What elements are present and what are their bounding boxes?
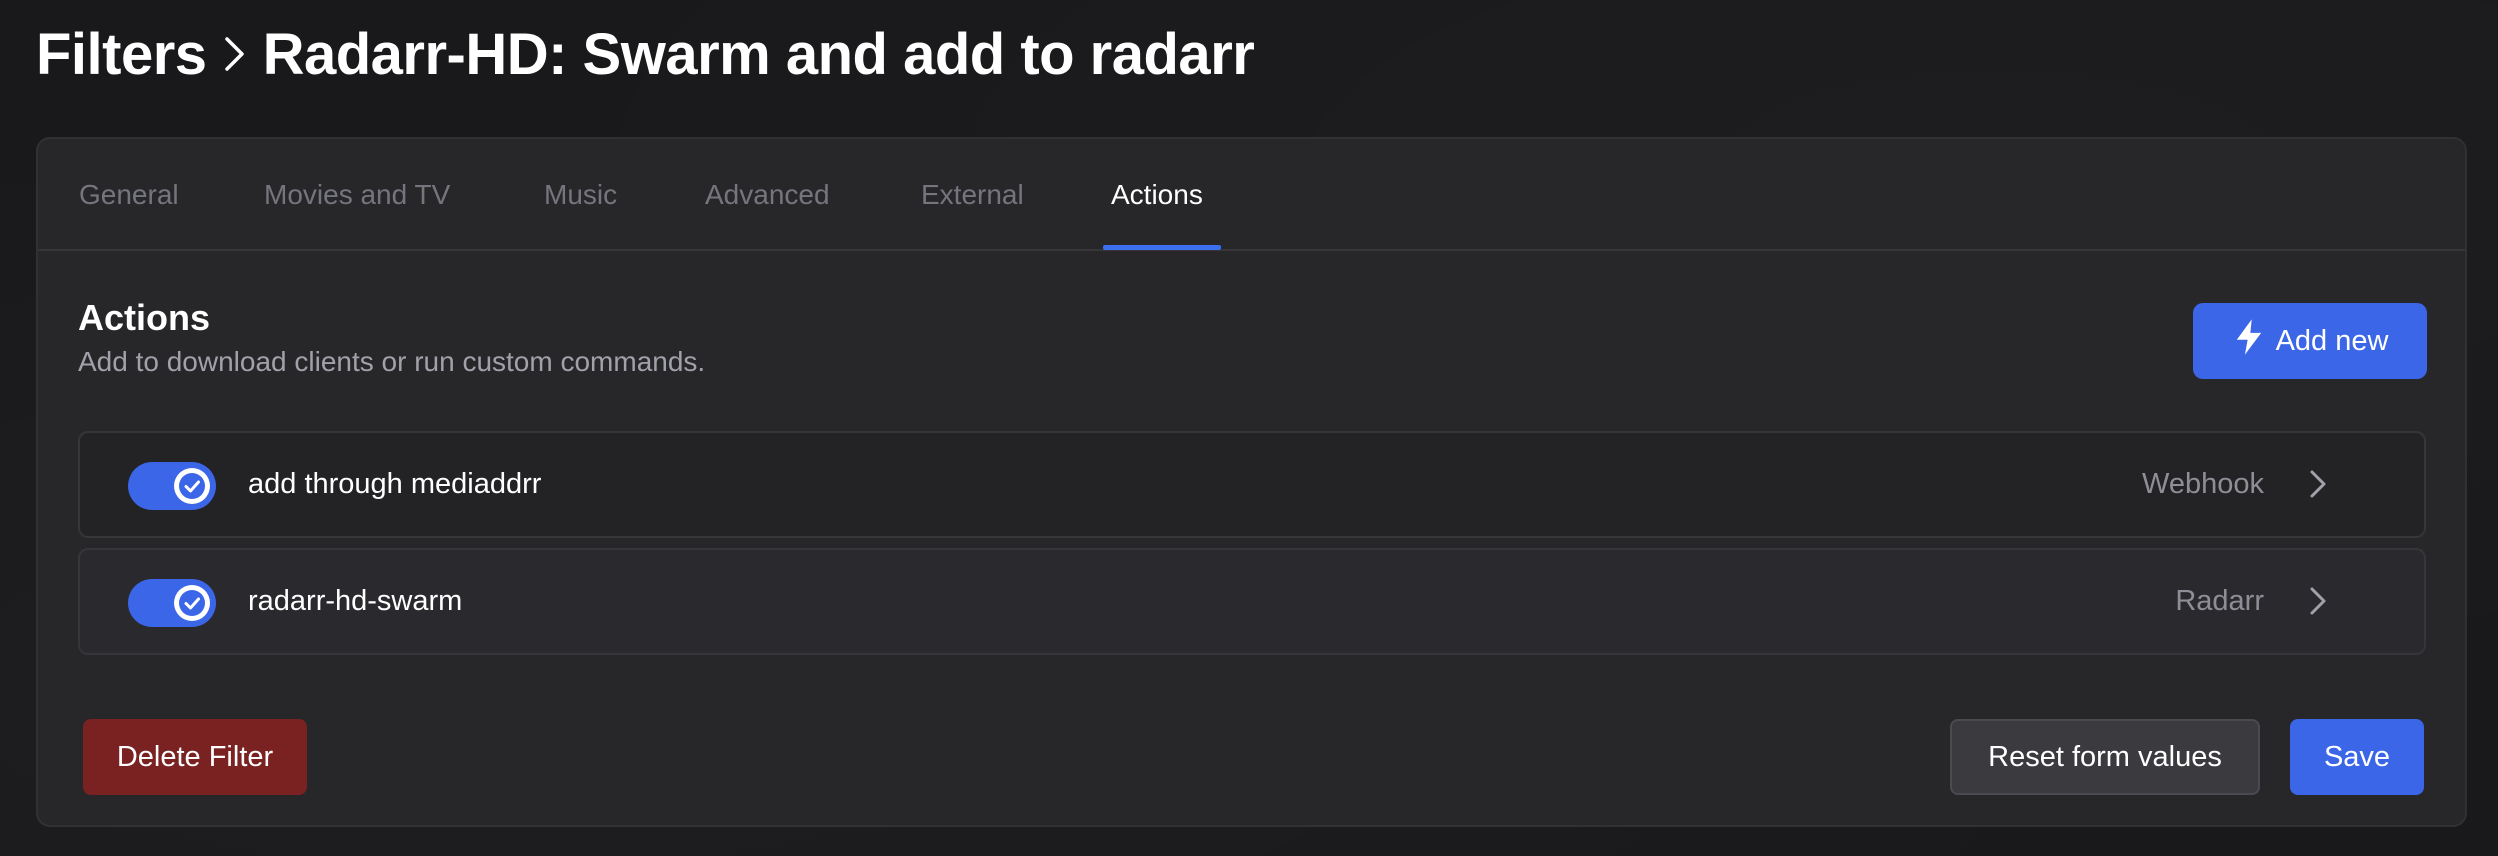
bolt-icon	[2232, 318, 2266, 364]
chevron-right-icon	[2302, 468, 2334, 500]
add-new-label: Add new	[2275, 324, 2389, 357]
add-new-button[interactable]: Add new	[2193, 303, 2427, 379]
page-title: Radarr-HD: Swarm and add to radarr	[262, 21, 1255, 87]
tab-actions[interactable]: Actions	[1111, 139, 1203, 251]
check-icon	[174, 468, 210, 504]
section-title: Actions	[78, 297, 211, 338]
tab-music[interactable]: Music	[544, 139, 617, 251]
action-type: Radarr	[2175, 585, 2264, 617]
page: Filters Radarr-HD: Swarm and add to rada…	[0, 0, 2498, 856]
action-row-radarr[interactable]: radarr-hd-swarm Radarr	[78, 548, 2426, 655]
active-tab-indicator	[1103, 245, 1221, 250]
action-name: add through mediaddrr	[248, 468, 542, 500]
chevron-right-icon	[215, 18, 255, 90]
tab-advanced[interactable]: Advanced	[705, 139, 830, 251]
delete-filter-button[interactable]: Delete Filter	[83, 719, 307, 795]
chevron-right-icon	[2302, 585, 2334, 617]
reset-form-button[interactable]: Reset form values	[1950, 719, 2260, 795]
action-type: Webhook	[2142, 468, 2264, 500]
tab-external[interactable]: External	[921, 139, 1024, 251]
action-name: radarr-hd-swarm	[248, 585, 463, 617]
action-enabled-toggle[interactable]	[128, 462, 216, 510]
tab-bar: General Movies and TV Music Advanced Ext…	[38, 139, 2465, 251]
tab-movies-and-tv[interactable]: Movies and TV	[264, 139, 450, 251]
save-button[interactable]: Save	[2290, 719, 2424, 795]
action-row-webhook[interactable]: add through mediaddrr Webhook	[78, 431, 2426, 538]
tab-general[interactable]: General	[79, 139, 179, 251]
check-icon	[174, 585, 210, 621]
action-enabled-toggle[interactable]	[128, 579, 216, 627]
filter-card: General Movies and TV Music Advanced Ext…	[36, 137, 2467, 827]
breadcrumb-filters-link[interactable]: Filters	[36, 21, 207, 88]
section-subtitle: Add to download clients or run custom co…	[78, 346, 706, 377]
breadcrumb: Filters Radarr-HD: Swarm and add to rada…	[36, 18, 1255, 90]
